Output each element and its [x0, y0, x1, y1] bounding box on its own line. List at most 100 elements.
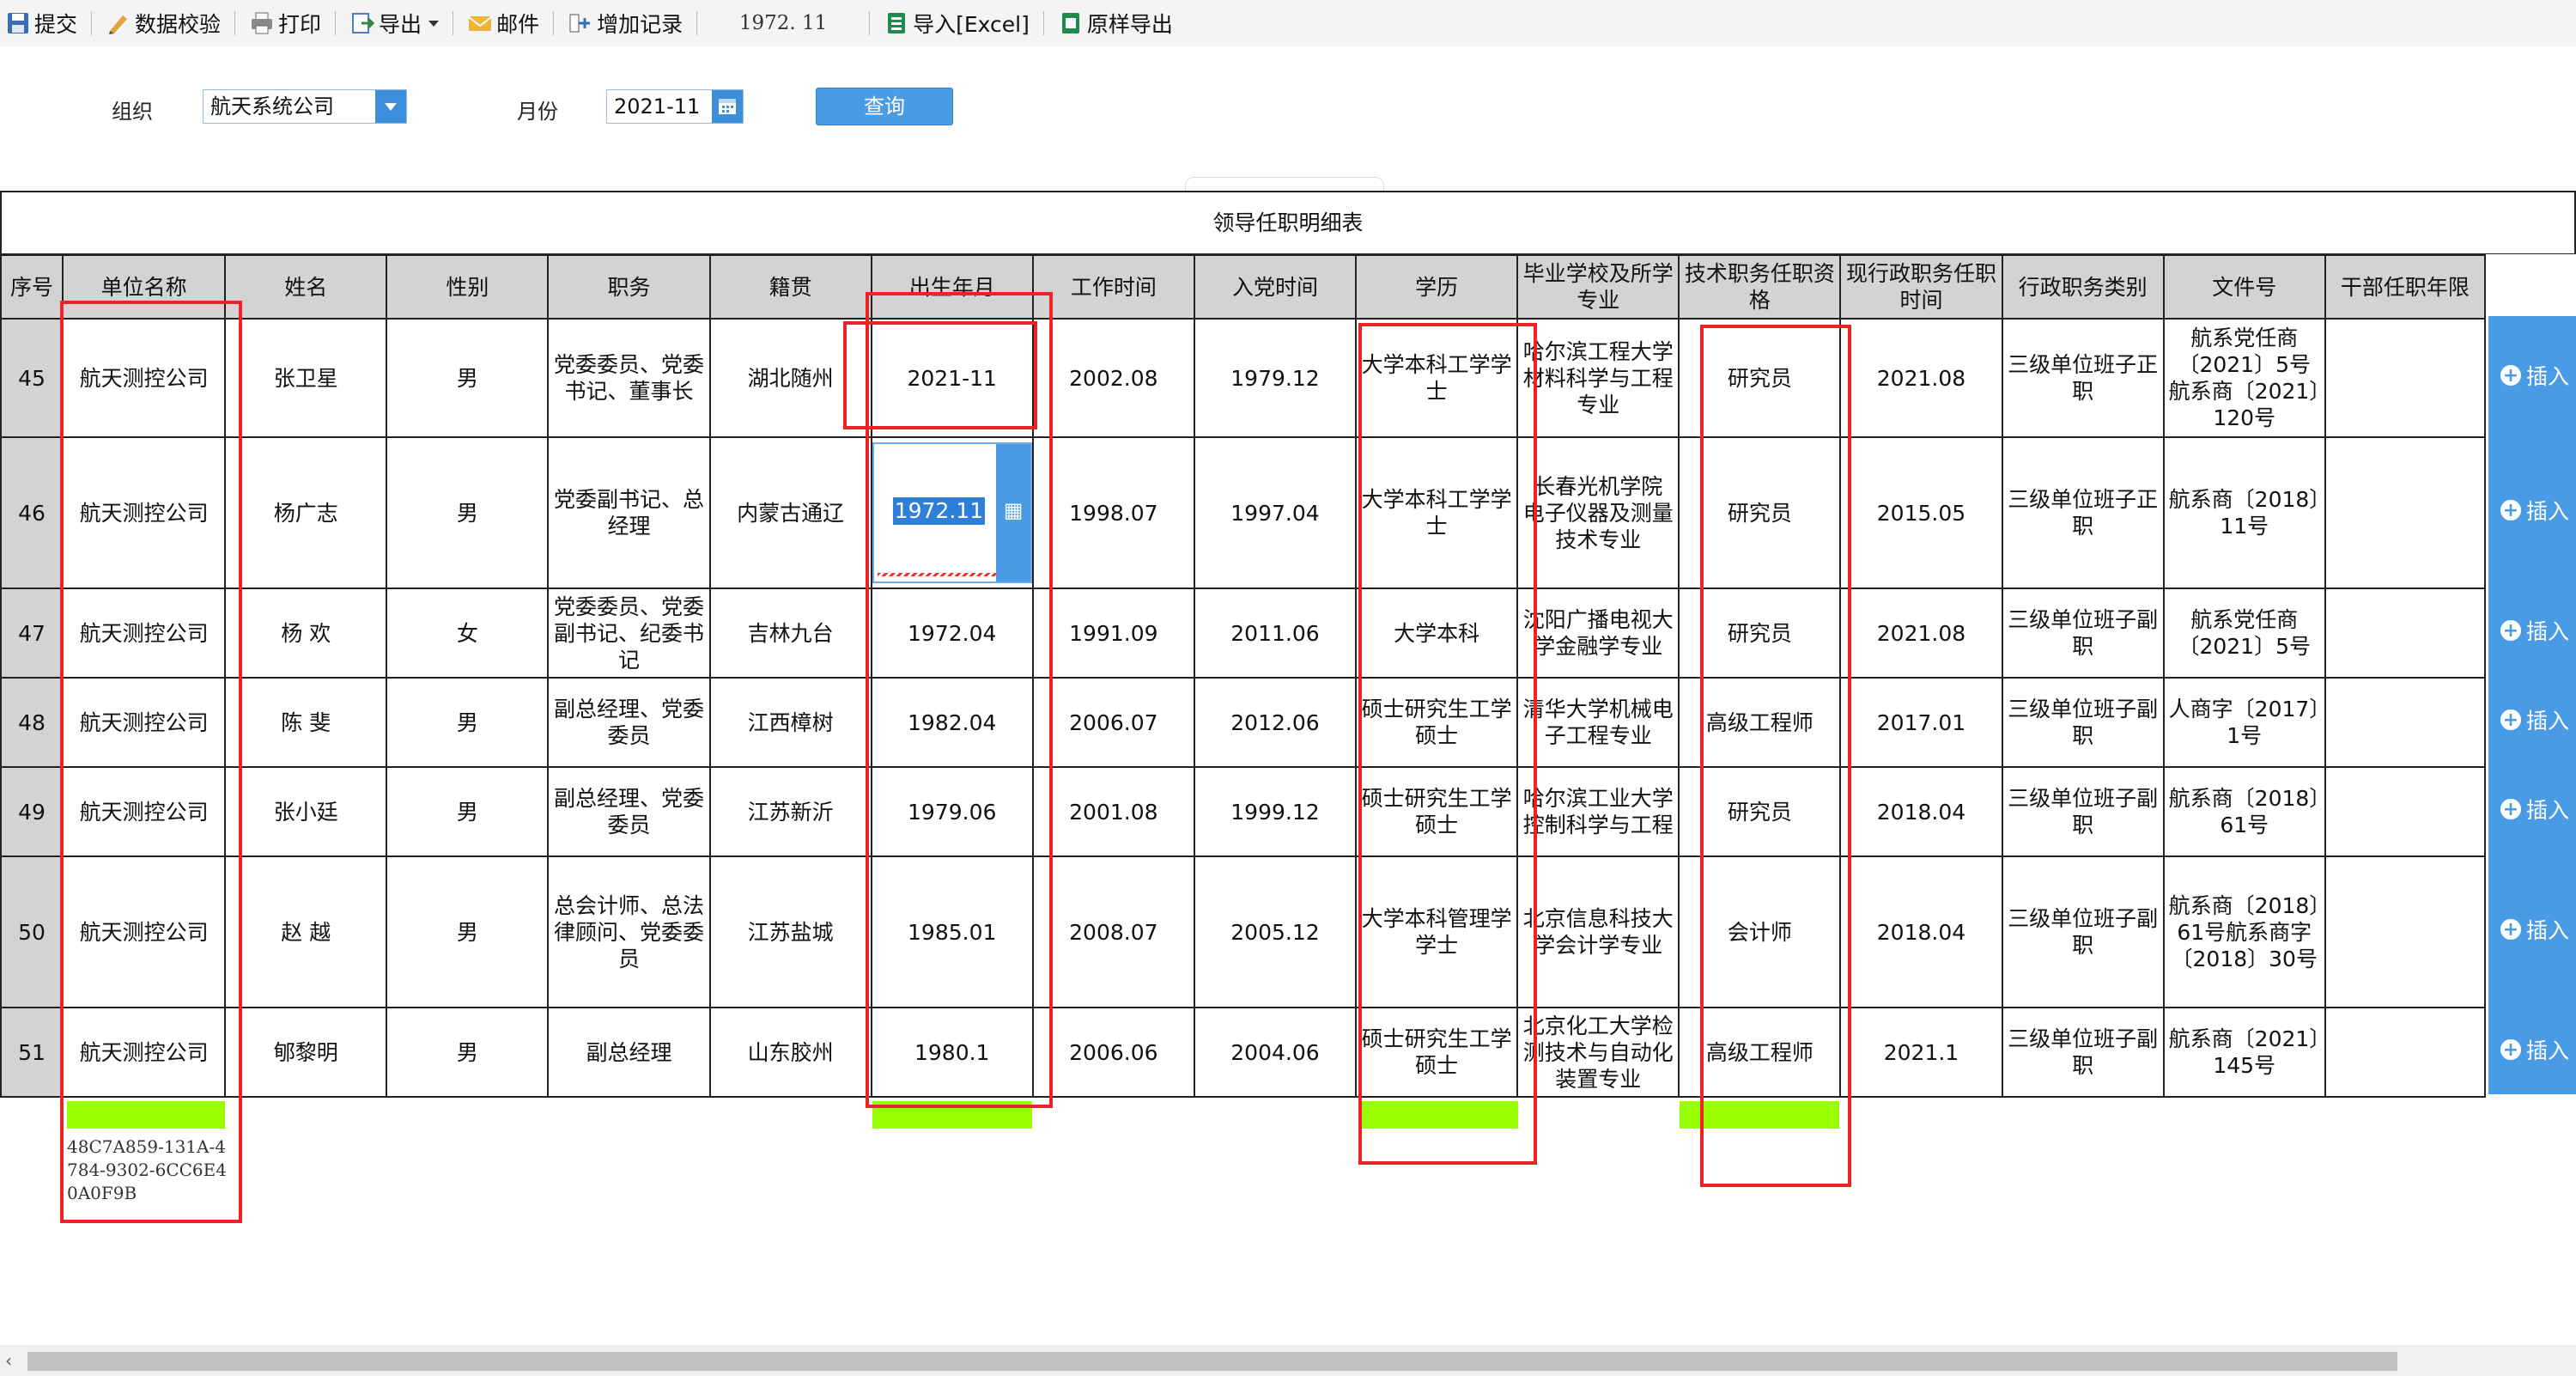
org-select[interactable]: 航天系统公司	[203, 89, 407, 124]
cell-admin_type[interactable]: 三级单位班子副职	[2001, 855, 2165, 1008]
cell-school[interactable]: 哈尔滨工业大学控制科学与工程	[1516, 766, 1680, 857]
query-button[interactable]: 查询	[816, 88, 953, 125]
cell-admin_time[interactable]: 2021.08	[1839, 588, 2003, 679]
cell-gender[interactable]: 男	[386, 855, 550, 1008]
cell-admin_type[interactable]: 三级单位班子正职	[2001, 436, 2165, 589]
cell-party[interactable]: 1999.12	[1193, 766, 1358, 857]
cell-name[interactable]: 杨 欢	[224, 588, 388, 679]
cell-work[interactable]: 2006.06	[1031, 1007, 1195, 1098]
cell-party[interactable]: 2012.06	[1193, 677, 1358, 768]
cell-origin[interactable]: 内蒙古通辽	[708, 436, 872, 589]
cell-admin_type[interactable]: 三级单位班子正职	[2001, 318, 2165, 438]
cell-school[interactable]: 沈阳广播电视大学金融学专业	[1516, 588, 1680, 679]
cell-origin[interactable]: 江苏新沂	[708, 766, 872, 857]
horizontal-scrollbar[interactable]: ‹	[0, 1345, 2576, 1376]
cell-origin[interactable]: 山东胶州	[708, 1007, 872, 1098]
insert-button[interactable]: + 插入	[2488, 764, 2576, 854]
cell-party[interactable]: 2004.06	[1193, 1007, 1358, 1098]
cell-work[interactable]: 2001.08	[1031, 766, 1195, 857]
chevron-left-icon[interactable]: ‹	[5, 1350, 12, 1371]
cell-doc[interactable]: 人商字〔2017〕1号	[2162, 677, 2326, 768]
submit-button[interactable]: 提交	[0, 0, 82, 46]
cell-name[interactable]: 张卫星	[224, 318, 388, 438]
cell-gender[interactable]: 男	[386, 766, 550, 857]
cell-origin[interactable]: 江苏盐城	[708, 855, 872, 1008]
cell-duty[interactable]: 总会计师、总法律顾问、党委委员	[547, 855, 711, 1008]
cell-duty[interactable]: 副总经理、党委委员	[547, 766, 711, 857]
cell-admin_type[interactable]: 三级单位班子副职	[2001, 677, 2165, 768]
cell-name[interactable]: 张小廷	[224, 766, 388, 857]
cell-gender[interactable]: 男	[386, 1007, 550, 1098]
chevron-down-icon[interactable]	[375, 90, 406, 123]
cell-name[interactable]: 陈 斐	[224, 677, 388, 768]
cell-work[interactable]: 2002.08	[1031, 318, 1195, 438]
cell-duty[interactable]: 副总经理、党委委员	[547, 677, 711, 768]
cell-admin_time[interactable]: 2021.08	[1839, 318, 2003, 438]
cell-party[interactable]: 1997.04	[1193, 436, 1358, 589]
cell-gender[interactable]: 男	[386, 318, 550, 438]
add-record-button[interactable]: 增加记录	[562, 0, 688, 46]
insert-button[interactable]: + 插入	[2488, 1005, 2576, 1094]
cell-admin_type[interactable]: 三级单位班子副职	[2001, 766, 2165, 857]
cell-work[interactable]: 2008.07	[1031, 855, 1195, 1008]
cell-years[interactable]	[2324, 588, 2487, 679]
cell-gender[interactable]: 男	[386, 677, 550, 768]
cell-school[interactable]: 哈尔滨工程大学材料科学与工程专业	[1516, 318, 1680, 438]
cell-doc[interactable]: 航系党任商〔2021〕5号航系商〔2021〕120号	[2162, 318, 2326, 438]
validate-button[interactable]: 数据校验	[100, 0, 226, 46]
insert-button[interactable]: + 插入	[2488, 586, 2576, 675]
cell-work[interactable]: 2006.07	[1031, 677, 1195, 768]
cell-origin[interactable]: 吉林九台	[708, 588, 872, 679]
cell-years[interactable]	[2324, 1007, 2487, 1098]
cell-duty[interactable]: 党委副书记、总经理	[547, 436, 711, 589]
cell-work[interactable]: 1998.07	[1031, 436, 1195, 589]
cell-party[interactable]: 1979.12	[1193, 318, 1358, 438]
month-field[interactable]: 2021-11	[606, 89, 744, 124]
cell-years[interactable]	[2324, 436, 2487, 589]
cell-years[interactable]	[2324, 318, 2487, 438]
cell-gender[interactable]: 女	[386, 588, 550, 679]
cell-gender[interactable]: 男	[386, 436, 550, 589]
collapse-handle[interactable]	[1185, 177, 1384, 192]
cell-doc[interactable]: 航系党任商〔2021〕5号	[2162, 588, 2326, 679]
template-export-button[interactable]: 原样导出	[1053, 0, 1178, 46]
cell-doc[interactable]: 航系商〔2018〕61号航系商字〔2018〕30号	[2162, 855, 2326, 1008]
calendar-icon[interactable]	[712, 90, 743, 123]
insert-button[interactable]: + 插入	[2488, 854, 2576, 1005]
cell-party[interactable]: 2005.12	[1193, 855, 1358, 1008]
import-excel-button[interactable]: 导入[Excel]	[878, 0, 1035, 46]
cell-duty[interactable]: 副总经理	[547, 1007, 711, 1098]
cell-doc[interactable]: 航系商〔2021〕145号	[2162, 1007, 2326, 1098]
cell-name[interactable]: 杨广志	[224, 436, 388, 589]
scroll-thumb[interactable]	[27, 1352, 2397, 1371]
cell-years[interactable]	[2324, 766, 2487, 857]
cell-doc[interactable]: 航系商〔2018〕61号	[2162, 766, 2326, 857]
cell-admin_time[interactable]: 2017.01	[1839, 677, 2003, 768]
cell-years[interactable]	[2324, 677, 2487, 768]
insert-button[interactable]: + 插入	[2488, 675, 2576, 764]
cell-admin_time[interactable]: 2018.04	[1839, 766, 2003, 857]
cell-admin_time[interactable]: 2018.04	[1839, 855, 2003, 1008]
cell-doc[interactable]: 航系商〔2018〕11号	[2162, 436, 2326, 589]
insert-button[interactable]: + 插入	[2488, 435, 2576, 586]
export-dropdown[interactable]: 导出	[344, 0, 444, 46]
cell-name[interactable]: 郇黎明	[224, 1007, 388, 1098]
cell-school[interactable]: 北京信息科技大学会计学专业	[1516, 855, 1680, 1008]
cell-work[interactable]: 1991.09	[1031, 588, 1195, 679]
print-button[interactable]: 打印	[244, 0, 326, 46]
cell-name[interactable]: 赵 越	[224, 855, 388, 1008]
cell-school[interactable]: 长春光机学院 电子仪器及测量技术专业	[1516, 436, 1680, 589]
cell-duty[interactable]: 党委委员、党委副书记、纪委书记	[547, 588, 711, 679]
insert-button[interactable]: + 插入	[2488, 316, 2576, 435]
cell-school[interactable]: 清华大学机械电子工程专业	[1516, 677, 1680, 768]
cell-party[interactable]: 2011.06	[1193, 588, 1358, 679]
cell-admin_time[interactable]: 2021.1	[1839, 1007, 2003, 1098]
cell-school[interactable]: 北京化工大学检测技术与自动化装置专业	[1516, 1007, 1680, 1098]
cell-years[interactable]	[2324, 855, 2487, 1008]
cell-admin_time[interactable]: 2015.05	[1839, 436, 2003, 589]
cell-admin_type[interactable]: 三级单位班子副职	[2001, 588, 2165, 679]
cell-admin_type[interactable]: 三级单位班子副职	[2001, 1007, 2165, 1098]
cell-origin[interactable]: 江西樟树	[708, 677, 872, 768]
mail-button[interactable]: 邮件	[462, 0, 544, 46]
cell-duty[interactable]: 党委委员、党委书记、董事长	[547, 318, 711, 438]
